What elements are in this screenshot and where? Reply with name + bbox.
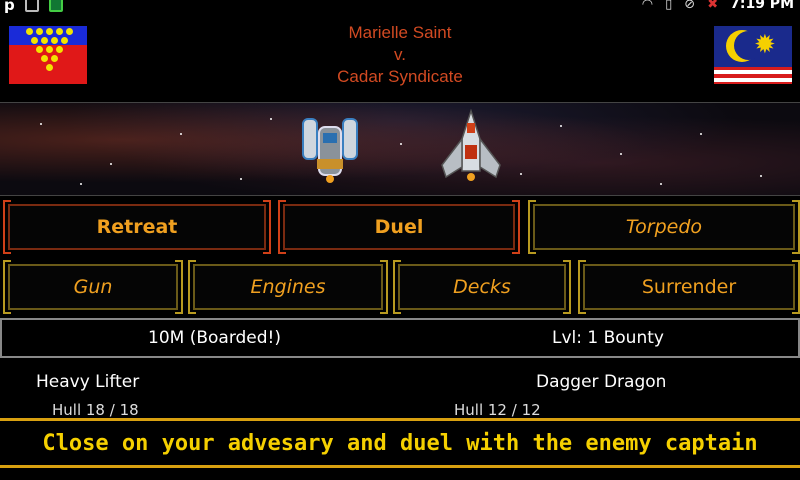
versus-label: v. — [394, 45, 406, 64]
torpedo-label: Torpedo — [625, 216, 703, 238]
star-icon: ✹ — [754, 30, 776, 60]
no-signal-icon: ⊘ — [684, 0, 696, 12]
player-ship-sprite — [302, 118, 358, 183]
decks-button[interactable]: Decks — [393, 260, 571, 314]
surrender-button[interactable]: Surrender — [578, 260, 800, 314]
engines-button[interactable]: Engines — [188, 260, 388, 314]
dots-emblem — [26, 28, 76, 78]
space-banner — [0, 102, 800, 196]
status-bar: p ◠ ▯ ⊘ ✖ 7:19 PM — [0, 0, 800, 14]
clock: 7:19 PM — [730, 0, 794, 12]
tutorial-text: Close on your advesary and duel with the… — [42, 430, 758, 456]
wifi-icon: ◠ — [641, 0, 654, 12]
matchup: Marielle Saint v. Cadar Syndicate — [250, 22, 550, 88]
player-ship-name: Heavy Lifter — [36, 372, 140, 392]
battery-icon: ▯ — [665, 0, 673, 12]
engines-label: Engines — [250, 276, 326, 298]
enemy-hull: Hull 12 / 12 — [454, 401, 541, 419]
enemy-flag: ✹ — [714, 26, 792, 84]
enemy-name: Cadar Syndicate — [337, 67, 463, 86]
alarm-icon: ✖ — [707, 0, 719, 12]
player-hull: Hull 18 / 18 — [52, 401, 139, 419]
distance-status: 10M (Boarded!) — [148, 328, 281, 348]
decks-label: Decks — [453, 276, 511, 298]
bounty-level: Lvl: 1 Bounty — [552, 328, 664, 348]
app-icon: p — [4, 0, 15, 14]
player-flag — [9, 26, 87, 84]
tutorial-banner: Close on your advesary and duel with the… — [0, 418, 800, 468]
duel-label: Duel — [374, 216, 424, 238]
enemy-ship-sprite — [441, 109, 501, 181]
retreat-button[interactable]: Retreat — [3, 200, 271, 254]
player-name: Marielle Saint — [348, 23, 452, 42]
box-icon — [24, 0, 39, 12]
enemy-ship-name: Dagger Dragon — [536, 372, 667, 392]
android-icon — [48, 0, 63, 12]
surrender-label: Surrender — [641, 276, 737, 298]
gun-label: Gun — [73, 276, 113, 298]
gun-button[interactable]: Gun — [3, 260, 183, 314]
torpedo-button[interactable]: Torpedo — [528, 200, 800, 254]
info-bar: 10M (Boarded!) Lvl: 1 Bounty — [0, 318, 800, 358]
retreat-label: Retreat — [96, 216, 178, 238]
duel-button[interactable]: Duel — [278, 200, 520, 254]
